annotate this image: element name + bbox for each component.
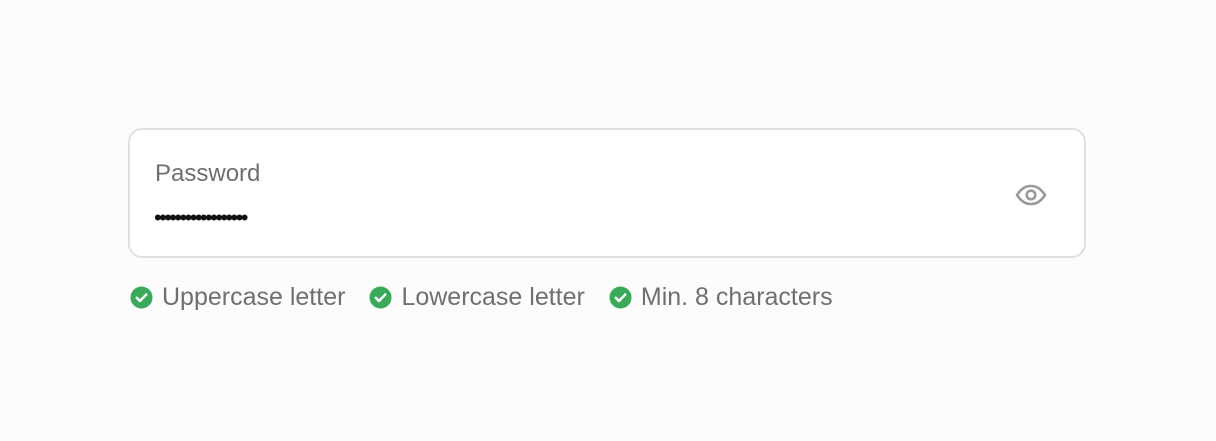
requirement-label: Lowercase letter xyxy=(401,283,585,311)
requirement-label: Uppercase letter xyxy=(162,283,346,311)
password-requirements: Uppercase letter Lowercase letter Min. 8… xyxy=(130,282,857,312)
password-label: Password xyxy=(155,160,261,187)
eye-icon xyxy=(1015,184,1047,206)
requirement-label: Min. 8 characters xyxy=(640,283,833,311)
check-circle-icon xyxy=(609,285,632,309)
password-field[interactable]: Password •••••••••••••••••• xyxy=(128,128,1086,258)
check-circle-icon xyxy=(369,285,392,309)
requirement-lowercase: Lowercase letter xyxy=(369,282,585,312)
password-input[interactable]: •••••••••••••••••• xyxy=(154,204,248,232)
requirement-min-length: Min. 8 characters xyxy=(609,282,833,312)
show-password-button[interactable] xyxy=(1014,178,1048,212)
requirement-uppercase: Uppercase letter xyxy=(130,282,345,312)
check-circle-icon xyxy=(130,285,153,309)
